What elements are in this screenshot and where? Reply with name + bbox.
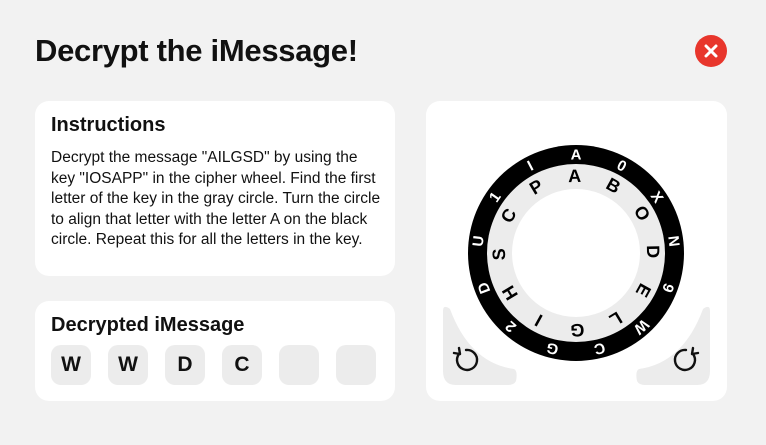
instructions-heading: Instructions xyxy=(51,114,166,136)
inner-ring-letter: G xyxy=(570,320,584,340)
rotate-clockwise-icon xyxy=(673,346,700,372)
page-title: Decrypt the iMessage! xyxy=(35,33,358,68)
letter-slot[interactable] xyxy=(279,345,319,385)
cipher-wheel[interactable]: A0XN9WCG2DU1I A BODELGIHSCP xyxy=(468,145,684,361)
instructions-text: Decrypt the message "AILGSD" by using th… xyxy=(51,149,381,249)
instructions-card: Instructions Decrypt the message "AILGSD… xyxy=(35,101,395,276)
decrypted-heading: Decrypted iMessage xyxy=(51,314,245,336)
decrypted-message-card: Decrypted iMessage W W D C xyxy=(35,301,395,401)
outer-ring-letter: N xyxy=(664,235,682,248)
letter-slot[interactable]: W xyxy=(108,345,148,385)
letter-slot[interactable]: D xyxy=(165,345,205,385)
rotate-right-button[interactable] xyxy=(671,345,701,375)
letter-slot[interactable] xyxy=(336,345,376,385)
rotate-counterclockwise-icon xyxy=(452,346,479,372)
inner-ring-letter: D xyxy=(643,245,663,258)
outer-ring-letter: A xyxy=(571,147,582,164)
inner-ring-letter: S xyxy=(489,248,509,260)
decrypted-letters: W W D C xyxy=(51,345,376,385)
outer-ring-letter: U xyxy=(470,235,488,248)
letter-slot[interactable]: W xyxy=(51,345,91,385)
wheel-center xyxy=(512,189,640,317)
close-button[interactable] xyxy=(695,35,727,67)
inner-ring-letter: A xyxy=(568,166,581,186)
cipher-wheel-card: A0XN9WCG2DU1I ABODELGIHSCP xyxy=(426,101,727,401)
rotate-left-button[interactable] xyxy=(451,345,481,375)
letter-slot[interactable]: C xyxy=(222,345,262,385)
close-icon xyxy=(704,44,718,58)
